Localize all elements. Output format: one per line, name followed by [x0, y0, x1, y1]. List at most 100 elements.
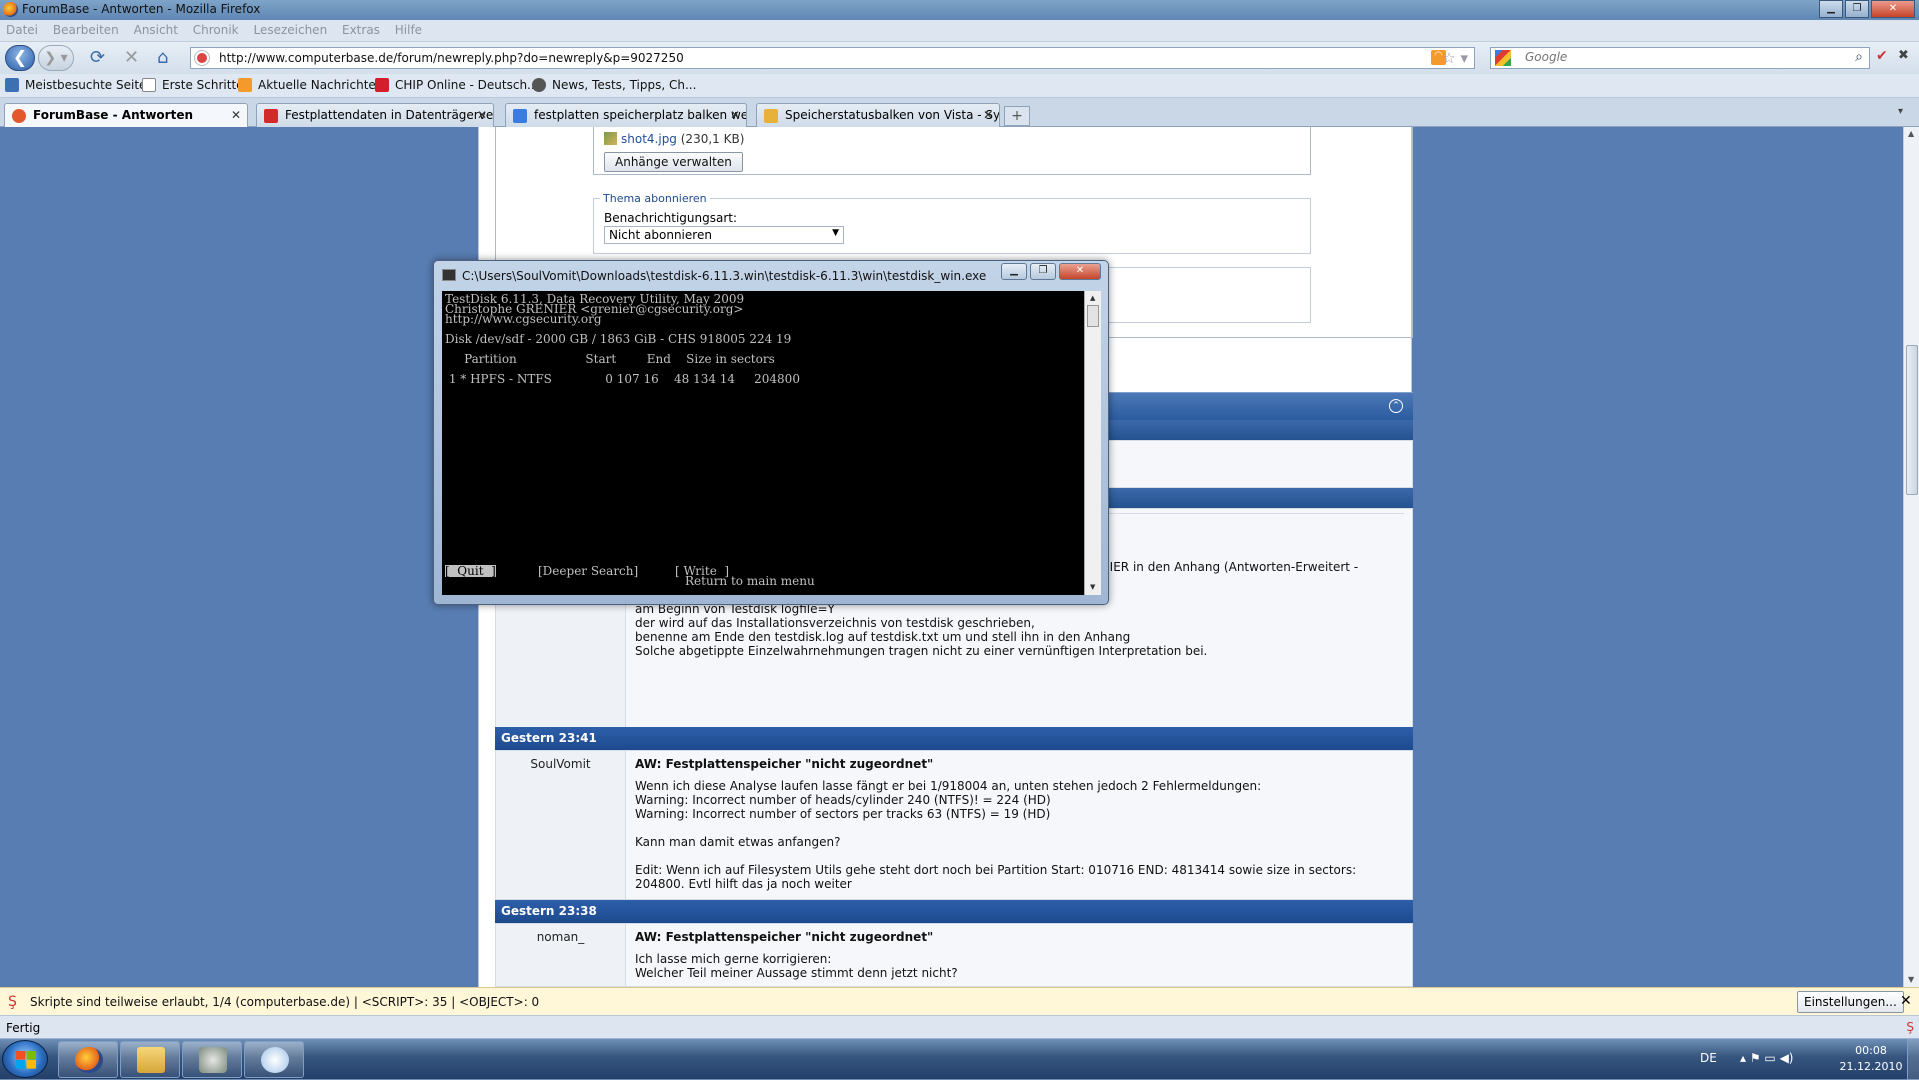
url-text[interactable]: http://www.computerbase.de/forum/newrepl… [219, 51, 684, 65]
addon-close-icon[interactable]: ✖ [1898, 48, 1909, 63]
scroll-down-icon[interactable]: ▼ [1908, 975, 1914, 984]
console-scrollbar[interactable]: ▲ ▼ [1084, 291, 1101, 595]
taskbar-app[interactable] [182, 1041, 242, 1078]
menu-datei[interactable]: Datei [0, 20, 43, 37]
menu-chronik[interactable]: Chronik [187, 20, 244, 37]
post-date-bar: Gestern 23:38 [495, 900, 1413, 923]
taskbar-paint[interactable] [244, 1041, 304, 1078]
tab-festplatten-speicherplatz[interactable]: festplatten speicherplatz balken wei... ✕ [505, 103, 747, 127]
scroll-up-icon[interactable]: ▲ [1908, 129, 1914, 138]
menu-bearbeiten[interactable]: Bearbeiten [47, 20, 124, 37]
bookmark-star-icon[interactable]: ☆ ▾ [1442, 49, 1468, 67]
minimize-button[interactable]: ▁ [1819, 0, 1843, 18]
close-tab-icon[interactable]: ✕ [231, 108, 241, 122]
close-window-button[interactable]: ✕ [1871, 0, 1915, 18]
post-line: Warning: Incorrect number of sectors per… [635, 807, 1051, 821]
page-scrollbar[interactable]: ▲ ▼ [1903, 127, 1919, 987]
console-output: TestDisk 6.11.3, Data Recovery Utility, … [442, 291, 1084, 595]
tab-bar: ForumBase - Antworten ✕ Festplattendaten … [0, 98, 1919, 128]
console-line: http://www.cgsecurity.org [445, 312, 602, 326]
post-line: 204800. Evtl hilft das ja noch weiter [635, 877, 852, 891]
new-tab-button[interactable]: + [1004, 106, 1030, 126]
close-tab-icon[interactable]: ✕ [730, 108, 740, 122]
console-close-button[interactable]: ✕ [1059, 263, 1101, 280]
testdisk-console-window: C:\Users\SoulVomit\Downloads\testdisk-6.… [433, 260, 1109, 605]
bookmarks-toolbar: Meistbesuchte Seiten Erste Schritte Aktu… [0, 74, 1919, 98]
reload-icon[interactable]: ⟳ [90, 47, 105, 68]
window-title: ForumBase - Antworten - Mozilla Firefox [22, 2, 261, 16]
app-icon [199, 1047, 227, 1073]
stop-icon[interactable]: ✕ [124, 47, 139, 68]
noscript-icon: Ş [8, 994, 17, 1010]
list-tabs-icon[interactable]: ▾ [1898, 106, 1903, 117]
menu-bar: Datei Bearbeiten Ansicht Chronik Lesezei… [0, 20, 1919, 42]
tray-icons[interactable]: ▴ ⚑ ▭ ◀) [1740, 1051, 1793, 1065]
close-tab-icon[interactable]: ✕ [983, 108, 993, 122]
menu-lesezeichen[interactable]: Lesezeichen [247, 20, 332, 37]
close-tab-icon[interactable]: ✕ [477, 108, 487, 122]
maximize-button[interactable]: ❐ [1845, 0, 1869, 18]
console-hint: Return to main menu [685, 574, 815, 588]
home-icon[interactable]: ⌂ [157, 47, 168, 68]
settings-button[interactable]: Einstellungen... [1797, 991, 1904, 1013]
console-deeper-search-option[interactable]: [Deeper Search] [538, 565, 638, 577]
post-line: Welcher Teil meiner Aussage stimmt denn … [635, 966, 958, 980]
collapse-icon[interactable]: ⌃ [1389, 399, 1403, 413]
console-maximize-button[interactable]: ❐ [1030, 263, 1056, 280]
close-notification-icon[interactable]: ✕ [1900, 993, 1912, 1009]
menu-ansicht[interactable]: Ansicht [128, 20, 183, 37]
bookmark-chip[interactable]: CHIP Online - Deutsch... [375, 78, 539, 92]
url-bar[interactable]: http://www.computerbase.de/forum/newrepl… [190, 47, 1475, 69]
tab-festplattendaten[interactable]: Festplattendaten in Datenträgerver... ✕ [256, 103, 494, 127]
post-username[interactable]: noman_ [496, 924, 626, 986]
bookmark-news-tests[interactable]: News, Tests, Tipps, Ch... [532, 78, 696, 92]
clock[interactable]: 00:08 21.12.2010 [1836, 1043, 1906, 1075]
language-indicator[interactable]: DE [1700, 1051, 1717, 1065]
console-line: 1 * HPFS - NTFS 0 107 16 48 134 14 20480… [445, 372, 800, 386]
post-line: Ich lasse mich gerne korrigieren: [635, 952, 832, 966]
addon-icon[interactable]: ✔ [1876, 48, 1888, 64]
clock-date: 21.12.2010 [1839, 1060, 1903, 1073]
noscript-status-icon[interactable]: Ş [1906, 1020, 1914, 1034]
taskbar-firefox[interactable] [58, 1041, 118, 1078]
tab-favicon-icon [264, 109, 278, 123]
windows-taskbar: DE ▴ ⚑ ▭ ◀) 00:08 21.12.2010 [0, 1038, 1919, 1080]
menu-hilfe[interactable]: Hilfe [389, 20, 427, 37]
taskbar-explorer[interactable] [120, 1041, 180, 1078]
scroll-down-icon[interactable]: ▼ [1090, 583, 1095, 591]
scroll-up-icon[interactable]: ▲ [1090, 294, 1095, 302]
tab-favicon-icon [12, 109, 26, 123]
console-scroll-thumb[interactable] [1087, 305, 1099, 327]
rss-icon [238, 78, 252, 92]
post-item: SoulVomit AW: Festplattenspeicher "nicht… [495, 750, 1413, 900]
google-engine-icon[interactable] [1495, 50, 1511, 66]
forward-button[interactable]: ❯ ▾ [38, 45, 74, 71]
start-button[interactable] [2, 1040, 48, 1078]
site-favicon-icon [195, 51, 209, 65]
bookmark-most-visited[interactable]: Meistbesuchte Seiten [5, 78, 154, 92]
search-box[interactable]: ⌕ [1490, 47, 1870, 69]
windows-logo-icon [16, 1051, 36, 1069]
tab-speicherstatusbalken[interactable]: Speicherstatusbalken von Vista - Sy... ✕ [756, 103, 1000, 127]
script-notification-bar: Ş Skripte sind teilweise erlaubt, 1/4 (c… [0, 987, 1919, 1015]
navigation-toolbar: ❮ ❯ ▾ ⟳ ✕ ⌂ http://www.computerbase.de/f… [0, 42, 1919, 74]
scrollbar-thumb[interactable] [1906, 345, 1918, 495]
tab-favicon-icon [764, 109, 778, 123]
post-item: noman_ AW: Festplattenspeicher "nicht zu… [495, 923, 1413, 987]
bookmark-news[interactable]: Aktuelle Nachrichten [238, 78, 383, 92]
post-line: der wird auf das Installationsverzeichni… [635, 616, 1035, 630]
post-username[interactable]: SoulVomit [496, 751, 626, 899]
bookmark-first-steps[interactable]: Erste Schritte [142, 78, 244, 92]
notification-text: Skripte sind teilweise erlaubt, 1/4 (com… [30, 995, 540, 1009]
search-input[interactable] [1525, 50, 1825, 64]
post-title: AW: Festplattenspeicher "nicht zugeordne… [635, 930, 934, 944]
menu-extras[interactable]: Extras [336, 20, 385, 37]
back-button[interactable]: ❮ [5, 45, 35, 71]
console-quit-option[interactable]: [ Quit ] [445, 565, 496, 577]
search-icon[interactable]: ⌕ [1855, 49, 1863, 65]
show-desktop-button[interactable] [1907, 1039, 1919, 1080]
tab-forumbase[interactable]: ForumBase - Antworten ✕ [4, 103, 248, 128]
console-minimize-button[interactable]: ▁ [1001, 263, 1027, 280]
firefox-icon [75, 1047, 103, 1073]
status-bar: Fertig Ş [0, 1015, 1919, 1038]
